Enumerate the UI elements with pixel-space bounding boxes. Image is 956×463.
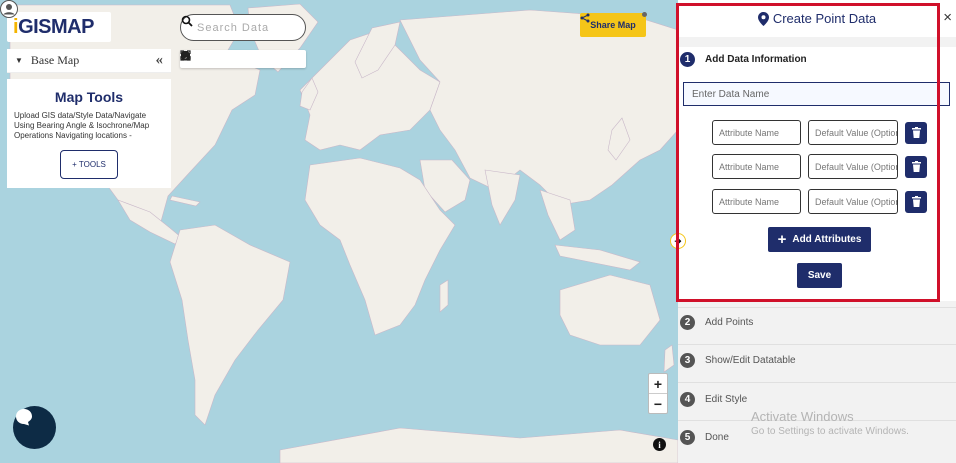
- step-number: 1: [680, 51, 695, 67]
- default-value-input[interactable]: [808, 154, 898, 179]
- step-number: 2: [680, 314, 695, 330]
- delete-attribute-button[interactable]: [905, 121, 927, 144]
- delete-attribute-button[interactable]: [905, 155, 927, 178]
- attribute-name-input[interactable]: [712, 189, 801, 214]
- map-canvas[interactable]: iGISMAP ▼ Base Map « Map Tools Upload GI…: [0, 0, 678, 463]
- share-icon: [580, 13, 590, 23]
- logo-text: GISMAP: [18, 15, 94, 38]
- add-attributes-label: Add Attributes: [792, 234, 862, 245]
- share-map-button[interactable]: Share Map: [580, 13, 646, 37]
- zoom-in-button[interactable]: +: [649, 374, 667, 394]
- create-point-panel: Create Point Data × 1 Add Data Informati…: [678, 0, 956, 463]
- base-map-label: Base Map: [30, 53, 80, 67]
- attribute-name-input[interactable]: [712, 154, 801, 179]
- step-add-points[interactable]: 2 Add Points: [678, 312, 956, 332]
- notification-dot: [642, 12, 647, 17]
- default-value-input[interactable]: [808, 120, 898, 145]
- divider: [678, 307, 956, 308]
- watermark-title: Activate Windows: [751, 409, 854, 424]
- windows-activation-watermark: Activate Windows Go to Settings to activ…: [751, 409, 909, 437]
- share-map-label: Share Map: [590, 20, 636, 30]
- panel-header: Create Point Data ×: [678, 0, 956, 37]
- save-button[interactable]: Save: [797, 263, 842, 288]
- map-tools-title: Map Tools: [54, 89, 124, 105]
- step-show-edit-datatable[interactable]: 3 Show/Edit Datatable: [678, 350, 956, 370]
- info-icon[interactable]: i: [653, 438, 666, 451]
- zoom-out-button[interactable]: −: [649, 394, 667, 414]
- chat-button[interactable]: [13, 406, 56, 449]
- chat-icon: [16, 409, 32, 426]
- watermark-subtitle: Go to Settings to activate Windows.: [751, 426, 909, 437]
- attribute-name-input[interactable]: [712, 120, 801, 145]
- attribute-row: [712, 154, 932, 179]
- step-number: 3: [680, 352, 695, 368]
- data-name-input[interactable]: [683, 82, 950, 106]
- collapse-icon[interactable]: «: [156, 52, 164, 69]
- panel-toggle-arrow-icon[interactable]: ➔: [670, 233, 686, 249]
- attribute-row: [712, 189, 932, 214]
- step-label: Edit Style: [705, 393, 748, 405]
- plus-icon: +: [777, 231, 787, 248]
- trash-icon: [911, 196, 921, 207]
- step-1-body: + Add Attributes Save: [678, 71, 956, 301]
- map-toolbar: [180, 50, 306, 68]
- step-label: Show/Edit Datatable: [705, 354, 796, 366]
- default-value-input[interactable]: [808, 189, 898, 214]
- base-map-toggle[interactable]: ▼ Base Map «: [7, 49, 171, 73]
- fullscreen-icon[interactable]: [180, 50, 220, 66]
- map-tools-description: Upload GIS data/Style Data/Navigate Usin…: [14, 111, 150, 140]
- layers-icon[interactable]: [180, 51, 299, 66]
- delete-attribute-button[interactable]: [905, 190, 927, 213]
- search-bar[interactable]: [180, 14, 306, 41]
- add-attributes-button[interactable]: + Add Attributes: [768, 227, 871, 252]
- search-input[interactable]: [197, 21, 287, 34]
- map-pin-icon: [757, 11, 769, 26]
- step-label: Add Data Information: [705, 53, 807, 65]
- panel-title: Create Point Data: [772, 11, 877, 26]
- trash-icon: [911, 161, 921, 172]
- zoom-control: + −: [648, 373, 668, 414]
- step-label: Done: [705, 431, 729, 443]
- search-icon[interactable]: [181, 15, 193, 27]
- zoom-search-icon[interactable]: [180, 50, 260, 66]
- step-edit-style[interactable]: 4 Edit Style: [678, 389, 956, 409]
- step-number: 5: [680, 429, 695, 445]
- step-number: 4: [680, 391, 695, 407]
- user-account-icon[interactable]: [0, 0, 18, 18]
- gismap-logo[interactable]: iGISMAP: [7, 12, 111, 42]
- divider: [678, 382, 956, 383]
- tools-button[interactable]: + TOOLS: [60, 150, 118, 179]
- divider: [678, 344, 956, 345]
- trash-icon: [911, 127, 921, 138]
- attribute-row: [712, 120, 932, 145]
- close-icon[interactable]: ×: [943, 9, 952, 26]
- caret-down-icon: ▼: [15, 56, 23, 65]
- step-label: Add Points: [705, 316, 754, 328]
- measure-icon[interactable]: [180, 52, 279, 66]
- print-icon[interactable]: [181, 51, 240, 66]
- map-tools-card: Map Tools Upload GIS data/Style Data/Nav…: [7, 79, 171, 188]
- step-add-data-information[interactable]: 1 Add Data Information: [678, 47, 956, 71]
